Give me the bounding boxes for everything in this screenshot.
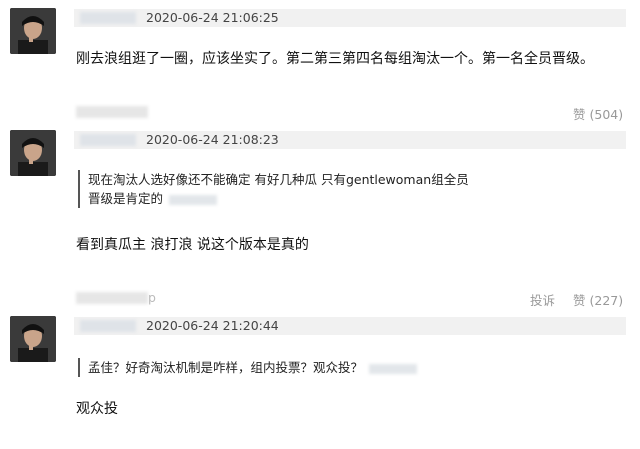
blurred-username[interactable] (80, 320, 136, 332)
quote-line-wrap: 晋级是肯定的 (88, 189, 469, 208)
quoted-reply: 孟佳？好奇淘汰机制是咋样，组内投票？观众投？ (78, 358, 418, 377)
like-button[interactable]: 赞 (504) (573, 104, 623, 123)
comment-meta-bar: 2020-06-24 21:20:44 (74, 317, 626, 335)
report-button[interactable]: 投诉 (530, 290, 555, 309)
blurred-username[interactable] (80, 134, 136, 146)
blurred-username (369, 363, 418, 374)
timestamp: 2020-06-24 21:06:25 (146, 10, 279, 25)
like-label: 赞 (573, 107, 586, 122)
avatar[interactable] (10, 316, 56, 362)
quoted-reply: 现在淘汰人选好像还不能确定 有好几种瓜 只有gentlewoman组全员 晋级是… (78, 170, 469, 208)
blurred-footer (76, 106, 148, 118)
footer-tail: p (148, 290, 156, 305)
quote-line: 孟佳？好奇淘汰机制是咋样，组内投票？观众投？ (88, 360, 364, 375)
comment-meta-bar: 2020-06-24 21:06:25 (74, 9, 626, 27)
quote-line: 晋级是肯定的 (88, 191, 164, 206)
comment-text: 看到真瓜主 浪打浪 说这个版本是真的 (76, 237, 309, 253)
avatar[interactable] (10, 130, 56, 176)
timestamp: 2020-06-24 21:08:23 (146, 132, 279, 147)
like-count: (504) (589, 107, 624, 122)
quote-line: 现在淘汰人选好像还不能确定 有好几种瓜 只有gentlewoman组全员 (88, 172, 469, 187)
timestamp: 2020-06-24 21:20:44 (146, 318, 279, 333)
comment-text: 观众投 (76, 401, 118, 417)
like-count: (227) (589, 293, 624, 308)
comment-text: 刚去浪组逛了一圈，应该坐实了。第二第三第四名每组淘汰一个。第一名全员晋级。 (76, 51, 594, 67)
blurred-footer (76, 292, 148, 304)
blurred-username[interactable] (80, 12, 136, 24)
comment-meta-bar: 2020-06-24 21:08:23 (74, 131, 626, 149)
like-button[interactable]: 赞 (227) (573, 290, 623, 309)
blurred-username (169, 194, 218, 205)
avatar[interactable] (10, 8, 56, 54)
like-label: 赞 (573, 293, 586, 308)
